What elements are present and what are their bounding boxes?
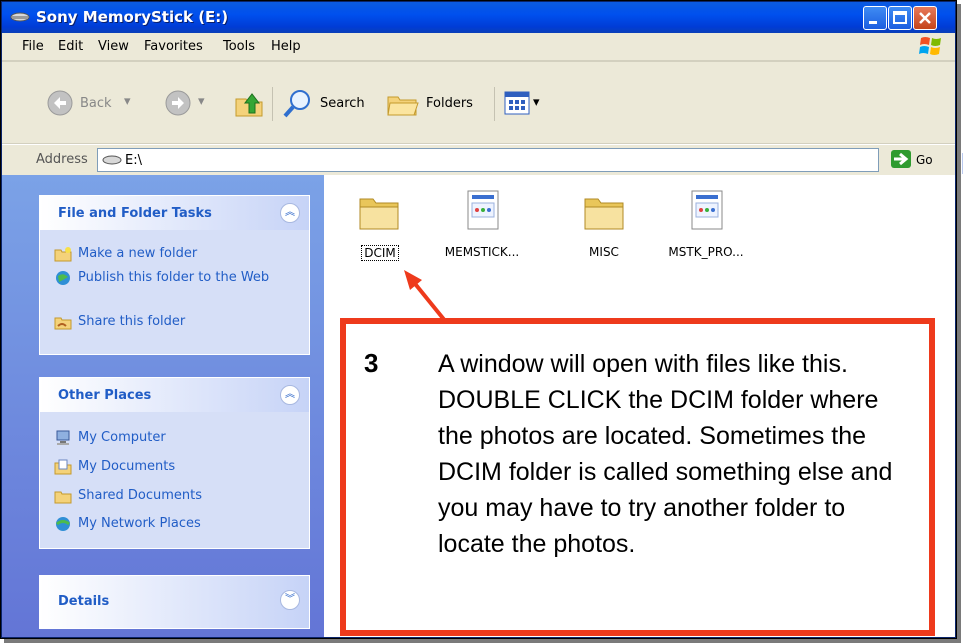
- drive-icon: [102, 155, 122, 165]
- my-documents-icon: [54, 459, 72, 475]
- forward-button[interactable]: ▾: [164, 89, 214, 121]
- expand-down-icon[interactable]: ︾: [280, 590, 300, 610]
- menu-tools[interactable]: Tools: [223, 39, 255, 54]
- minimize-icon: [869, 21, 877, 24]
- collapse-up-icon[interactable]: ︽: [280, 385, 300, 405]
- go-label[interactable]: Go: [916, 153, 933, 167]
- minimize-button[interactable]: [863, 6, 887, 30]
- file-folder-tasks-panel: File and Folder Tasks ︽ Make a new folde…: [39, 195, 310, 355]
- publish-web-icon: [56, 271, 70, 285]
- address-bar: Address E:\ Go: [2, 144, 963, 176]
- details-title: Details: [58, 594, 110, 609]
- folders-label: Folders: [426, 96, 473, 111]
- forward-dropdown-icon[interactable]: ▾: [198, 94, 205, 109]
- file-item-memstick[interactable]: MEMSTICK...: [434, 189, 530, 269]
- views-icon: [504, 91, 530, 115]
- file-icon: [467, 190, 499, 230]
- step-number: 3: [364, 348, 379, 378]
- share-folder-icon: [54, 317, 72, 330]
- address-label: Address: [36, 152, 88, 167]
- task-pane: File and Folder Tasks ︽ Make a new folde…: [2, 175, 324, 637]
- file-item-misc[interactable]: MISC: [556, 189, 652, 269]
- file-item-mstk-pro[interactable]: MSTK_PRO...: [658, 189, 754, 269]
- menu-bar: File Edit View Favorites Tools Help: [2, 33, 955, 61]
- search-button[interactable]: Search: [282, 89, 374, 121]
- folder-icon: [359, 198, 399, 230]
- instruction-text: A window will open with files like this.…: [438, 350, 893, 558]
- new-folder-icon: [54, 247, 72, 262]
- views-button[interactable]: ▾: [504, 91, 548, 119]
- folder-icon: [584, 198, 624, 230]
- file-folder-tasks-header[interactable]: File and Folder Tasks ︽: [40, 196, 309, 230]
- folders-button[interactable]: Folders: [386, 89, 484, 121]
- collapse-up-icon[interactable]: ︽: [280, 203, 300, 223]
- file-icon: [691, 190, 723, 230]
- back-label: Back: [80, 96, 112, 111]
- window-title: Sony MemoryStick (E:): [36, 8, 229, 26]
- instruction-callout: 3 A window will open with files like thi…: [340, 318, 935, 636]
- details-panel: Details ︾: [39, 575, 310, 629]
- windows-logo-icon: [919, 37, 941, 55]
- back-arrow-icon: [47, 90, 73, 116]
- address-input[interactable]: E:\: [97, 148, 963, 174]
- go-arrow-icon: [894, 152, 909, 166]
- title-bar[interactable]: Sony MemoryStick (E:): [2, 2, 955, 33]
- menu-edit[interactable]: Edit: [58, 39, 83, 54]
- file-item-dcim[interactable]: DCIM: [331, 189, 427, 269]
- details-header[interactable]: Details ︾: [40, 576, 309, 628]
- my-computer-icon: [56, 430, 70, 445]
- shared-documents-icon: [54, 491, 72, 504]
- forward-arrow-icon: [165, 90, 191, 116]
- menu-view[interactable]: View: [98, 39, 129, 54]
- drive-icon: [10, 12, 30, 22]
- other-places-title: Other Places: [58, 388, 152, 403]
- file-folder-tasks-title: File and Folder Tasks: [58, 206, 212, 221]
- other-places-header[interactable]: Other Places ︽: [40, 378, 309, 412]
- network-places-icon: [56, 517, 70, 531]
- close-icon: [919, 12, 931, 24]
- search-icon: [283, 90, 310, 118]
- views-dropdown-icon: ▾: [533, 95, 540, 110]
- folders-icon: [387, 96, 419, 116]
- menu-file[interactable]: File: [22, 39, 44, 54]
- close-button[interactable]: [913, 6, 937, 30]
- address-value: E:\: [125, 153, 142, 168]
- maximize-button[interactable]: [888, 6, 912, 30]
- other-places-panel: Other Places ︽ My Computer My Documents …: [39, 377, 310, 549]
- search-label: Search: [320, 96, 365, 111]
- up-folder-icon[interactable]: [234, 89, 264, 119]
- maximize-icon: [893, 11, 907, 24]
- back-button[interactable]: Back ▾: [46, 89, 146, 121]
- go-button[interactable]: [891, 150, 911, 168]
- toolbar: Back ▾ ▾ Search Folders ▾: [2, 61, 955, 145]
- back-dropdown-icon[interactable]: ▾: [124, 94, 131, 109]
- menu-favorites[interactable]: Favorites: [144, 39, 203, 54]
- menu-help[interactable]: Help: [271, 39, 301, 54]
